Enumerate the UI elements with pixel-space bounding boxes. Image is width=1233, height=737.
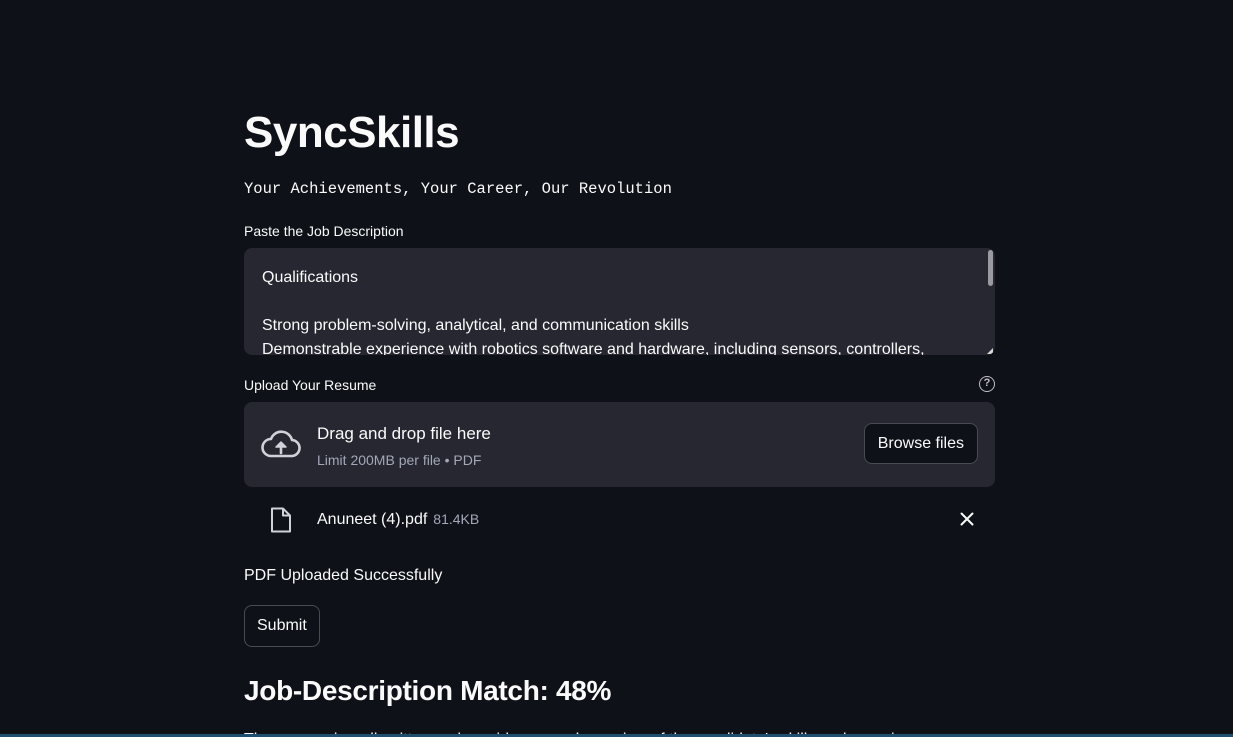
- uploaded-file-row: Anuneet (4).pdf 81.4KB: [244, 498, 995, 540]
- upload-resume-label: Upload Your Resume: [244, 377, 377, 393]
- cloud-upload-icon: [261, 430, 301, 458]
- textarea-scrollbar[interactable]: [988, 250, 993, 286]
- job-description-line: Qualifications: [262, 269, 359, 286]
- browse-files-button[interactable]: Browse files: [863, 423, 978, 464]
- job-description-blank-line: [262, 290, 955, 314]
- dropzone-instruction: Drag and drop file here: [317, 424, 491, 443]
- question-circle-icon[interactable]: ?: [979, 376, 995, 392]
- page-subtitle: Your Achievements, Your Career, Our Revo…: [244, 180, 672, 198]
- file-dropzone[interactable]: Drag and drop file here Limit 200MB per …: [244, 402, 995, 487]
- app-root: SyncSkills Your Achievements, Your Caree…: [0, 0, 1233, 737]
- job-description-line: Strong problem-solving, analytical, and …: [262, 317, 689, 334]
- file-name-text: Anuneet (4).pdf: [317, 511, 428, 528]
- upload-status-message: PDF Uploaded Successfully: [244, 567, 443, 584]
- job-description-label: Paste the Job Description: [244, 223, 404, 239]
- job-description-textarea[interactable]: Qualifications Strong problem-solving, a…: [244, 248, 995, 355]
- file-size: 81.4KB: [433, 511, 480, 527]
- job-description-line: Demonstrable experience with robotics so…: [262, 341, 925, 355]
- match-result-heading: Job-Description Match: 48%: [244, 675, 612, 706]
- uploaded-file-name: Anuneet (4).pdf 81.4KB: [317, 508, 479, 531]
- textarea-resize-handle[interactable]: [987, 348, 993, 354]
- file-icon: [271, 507, 291, 533]
- page-title: SyncSkills: [244, 108, 460, 157]
- dropzone-limit: Limit 200MB per file • PDF: [317, 452, 482, 468]
- submit-button[interactable]: Submit: [244, 605, 320, 647]
- close-icon[interactable]: [959, 511, 975, 527]
